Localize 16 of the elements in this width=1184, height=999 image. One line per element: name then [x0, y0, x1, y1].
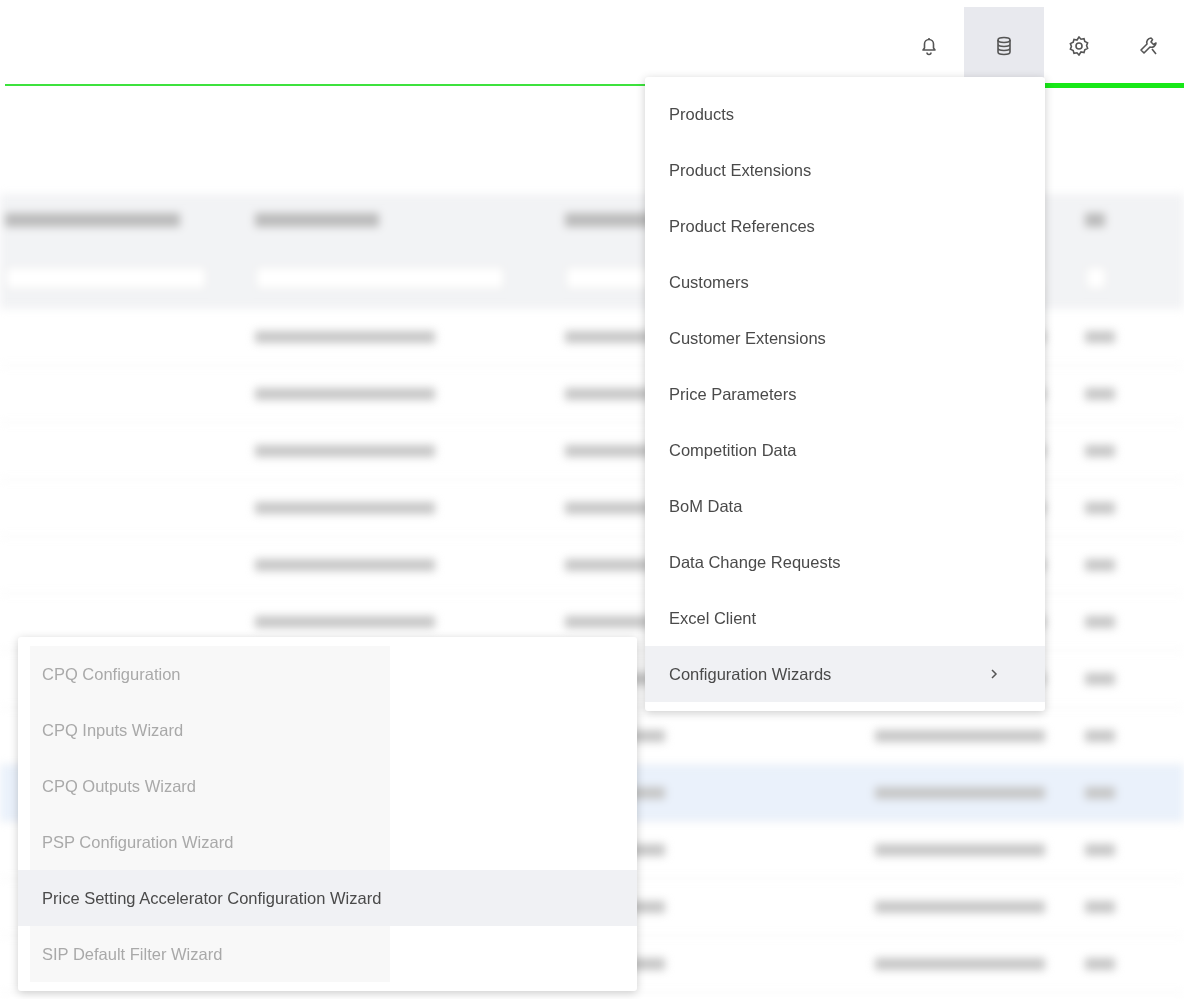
menu-item[interactable]: BoM Data [645, 478, 1045, 534]
wrench-icon [1139, 36, 1159, 56]
bell-icon [919, 36, 939, 56]
menu-item[interactable]: Price Parameters [645, 366, 1045, 422]
database-icon [994, 36, 1014, 56]
menu-item[interactable]: Competition Data [645, 422, 1045, 478]
menu-item[interactable]: Configuration Wizards [645, 646, 1045, 702]
menu-item[interactable]: Product Extensions [645, 142, 1045, 198]
menu-item[interactable]: Data Change Requests [645, 534, 1045, 590]
menu-item[interactable]: Customers [645, 254, 1045, 310]
menu-item[interactable]: Products [645, 86, 1045, 142]
menu-item[interactable]: Price Setting Accelerator Configuration Wizard [18, 870, 637, 926]
settings-icon [1069, 36, 1089, 56]
menu-item[interactable]: Customer Extensions [645, 310, 1045, 366]
menu-item[interactable]: Product References [645, 198, 1045, 254]
menu-item[interactable]: Excel Client [645, 590, 1045, 646]
